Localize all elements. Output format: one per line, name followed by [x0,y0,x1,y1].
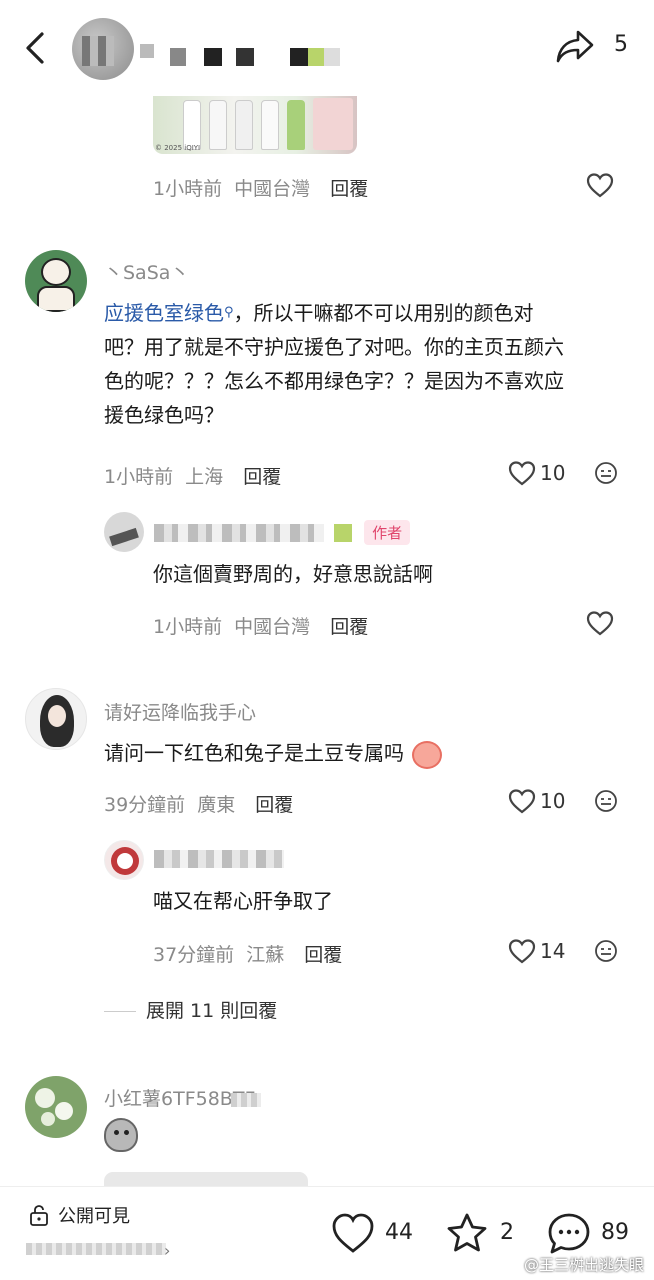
share-count: 5 [614,32,628,57]
comment-location: 廣東 [197,794,236,816]
product-bottle [183,100,201,150]
sticker-emoji-icon [104,1118,138,1152]
reply-username-blurred [154,847,284,869]
comment-meta: 1小時前 上海 回覆 [104,462,281,489]
author-avatar[interactable] [72,18,134,80]
like-count: 14 [540,939,566,963]
reply-button[interactable]: 回覆 [255,794,293,816]
back-arrow-icon[interactable] [18,28,54,68]
reply-button[interactable]: 回覆 [330,616,368,638]
search-icon: ⚲ [224,305,234,320]
image-caption: © 2025 iQIYI [155,144,201,152]
comment-text-line: 请问一下红色和兔子是土豆专属吗 [104,741,404,765]
emoji-reaction-icon[interactable] [594,939,618,963]
chevron-right-icon[interactable]: › [164,1241,170,1260]
reply-avatar[interactable] [104,840,144,880]
like-heart-icon[interactable] [507,459,537,487]
commenter-name[interactable]: 丶SaSa丶 [104,258,189,285]
comment-time: 39分鐘前 [104,794,186,816]
emoji-reaction-icon[interactable] [594,461,618,485]
comment-time: 1小時前 [153,178,223,200]
commenter-avatar[interactable] [25,250,87,312]
reply-username-row: 作者 [154,520,411,545]
comment-time: 37分鐘前 [153,944,235,966]
like-heart-icon[interactable] [507,937,537,965]
comment-location: 中國台灣 [234,178,311,200]
product-bottle [209,100,227,150]
weibo-watermark: @王三桝出逃失眼 [523,1256,644,1274]
comment-text-line: 吧？用了就是不守护应援色了对吧。你的主页五颜六 [104,335,564,359]
comment-text: 应援色室绿色⚲，所以干嘛都不可以用别的颜色对 吧？用了就是不守护应援色了对吧。你… [104,296,624,432]
product-bottle [235,100,253,150]
crying-face-emoji-icon [412,740,443,769]
like-count: 10 [540,789,566,813]
comment-meta: 39分鐘前 廣東 回覆 [104,790,293,817]
like-heart-icon[interactable] [330,1211,376,1255]
comment-time: 1小時前 [153,616,223,638]
favorite-total: 2 [500,1220,514,1245]
like-heart-icon[interactable] [507,787,537,815]
reply-text: 喵又在帮心肝争取了 [153,889,333,913]
reply-username-color-block [334,523,353,542]
share-icon[interactable] [554,26,596,66]
comment-meta: 37分鐘前 江蘇 回覆 [153,940,342,967]
comment-location: 上海 [185,466,224,488]
commenter-name[interactable]: 请好运降临我手心 [104,698,256,725]
reply-username-blurred [154,523,324,542]
reply-text: 你這個賣野周的，好意思說話啊 [153,562,433,586]
like-heart-icon[interactable] [585,609,615,637]
reply-button[interactable]: 回覆 [243,466,281,488]
reply-avatar[interactable] [104,512,144,552]
reply-button[interactable]: 回覆 [304,944,342,966]
comment-location: 中國台灣 [234,616,311,638]
comment-meta: 1小時前 中國台灣 回覆 [153,612,368,639]
like-heart-icon[interactable] [585,171,615,199]
comment-text-line: ，所以干嘛都不可以用别的颜色对 [233,301,534,325]
like-count: 10 [540,461,566,485]
commenter-name-row: 小红薯6TF58BTF [104,1084,262,1111]
comment-text-line: 色的呢？？？怎么不都用绿色字？？是因为不喜欢应 [104,369,564,393]
product-bottle [287,100,305,150]
favorite-star-icon[interactable] [444,1211,490,1255]
blurred-text [26,1243,166,1255]
visibility-status[interactable]: 公開可見 [58,1202,130,1228]
reply-image[interactable]: © 2025 iQIYI [153,96,357,154]
lock-icon [30,1205,48,1226]
comment-total: 89 [601,1220,629,1245]
username-mosaic [231,1092,262,1107]
product-box [313,98,353,150]
comment-bubble-icon[interactable] [546,1211,592,1257]
commenter-avatar[interactable] [25,688,87,750]
note-detail-page: 5 © 2025 iQIYI 1小時前 中國台灣 回覆 丶SaSa丶 应援色室绿… [0,0,654,1280]
expand-replies-button[interactable]: 展開 11 則回覆 [104,996,277,1023]
comment-text: 请问一下红色和兔子是土豆专属吗 [104,736,443,770]
reply-username-mosaic [154,849,284,868]
like-total: 44 [385,1220,413,1245]
emoji-reaction-icon[interactable] [594,789,618,813]
comment-meta: 1小時前 中國台灣 回覆 [153,174,368,201]
commenter-avatar[interactable] [25,1076,87,1138]
product-bottle [261,100,279,150]
reply-button[interactable]: 回覆 [330,178,368,200]
comment-time: 1小時前 [104,466,174,488]
author-badge: 作者 [364,520,411,545]
comment-location: 江蘇 [246,944,285,966]
author-name-blurred [140,38,350,68]
comment-text-line: 援色绿色吗？ [104,403,224,427]
topic-link[interactable]: 应援色室绿色 [104,301,224,325]
top-nav-bar: 5 [0,0,654,96]
